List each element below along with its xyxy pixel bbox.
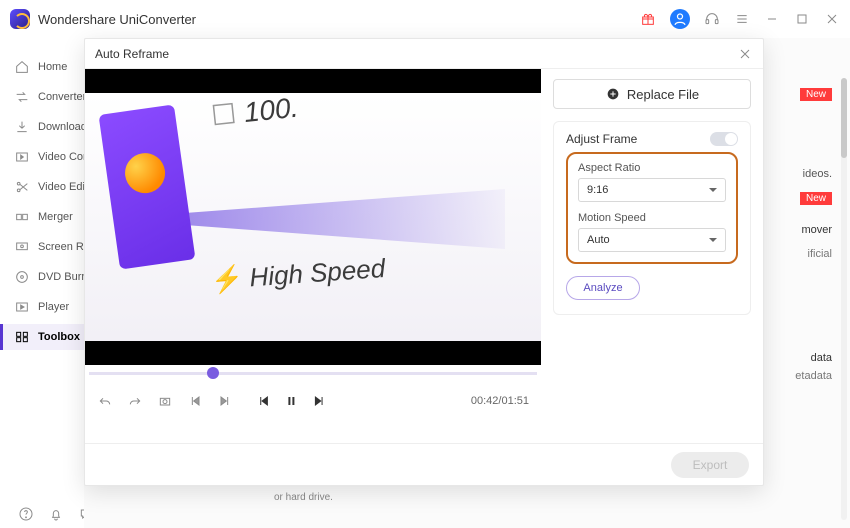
- app-title: Wondershare UniConverter: [38, 12, 196, 27]
- hamburger-menu-icon[interactable]: [734, 11, 750, 27]
- scissors-icon: [14, 179, 30, 195]
- redo-icon[interactable]: [127, 393, 143, 409]
- compressor-icon: [14, 149, 30, 165]
- sidebar-item-label: Screen Recorder: [38, 241, 84, 253]
- sidebar-item-screen-recorder[interactable]: Screen Recorder: [0, 234, 84, 260]
- seek-bar[interactable]: [85, 365, 541, 381]
- player-column: 100. High Speed: [85, 69, 541, 443]
- new-badge: New: [800, 192, 832, 205]
- dialog-footer: Export: [85, 443, 763, 485]
- merger-icon: [14, 209, 30, 225]
- toolbox-icon: [14, 329, 30, 345]
- sidebar-item-label: Video Editor: [38, 181, 84, 193]
- window-minimize-icon[interactable]: [764, 11, 780, 27]
- content-area: New ideos. New mover ificial data etadat…: [84, 38, 850, 528]
- auto-reframe-dialog: Auto Reframe 100. High Speed: [84, 38, 764, 486]
- player-controls: 00:42/01:51: [85, 381, 541, 421]
- sidebar-footer: [0, 506, 94, 522]
- window-maximize-icon[interactable]: [794, 11, 810, 27]
- sidebar-item-dvd-burner[interactable]: DVD Burner: [0, 264, 84, 290]
- notifications-icon[interactable]: [48, 506, 64, 522]
- app-title-bar: Wondershare UniConverter: [0, 0, 850, 38]
- adjust-frame-label: Adjust Frame: [566, 132, 637, 146]
- motion-speed-select[interactable]: Auto: [578, 228, 726, 252]
- sidebar-item-toolbox[interactable]: Toolbox: [0, 324, 84, 350]
- plus-circle-icon: [605, 86, 621, 102]
- support-headset-icon[interactable]: [704, 11, 720, 27]
- time-display: 00:42/01:51: [471, 395, 529, 407]
- aspect-ratio-label: Aspect Ratio: [578, 162, 726, 174]
- analyze-button[interactable]: Analyze: [566, 276, 640, 300]
- adjust-frame-toggle[interactable]: [710, 132, 738, 146]
- dvd-icon: [14, 269, 30, 285]
- scrollbar[interactable]: [841, 78, 847, 520]
- next-icon[interactable]: [311, 393, 327, 409]
- background-text: ificial: [808, 248, 832, 260]
- undo-icon[interactable]: [97, 393, 113, 409]
- settings-column: Replace File Adjust Frame Aspect Ratio 9…: [541, 69, 763, 443]
- sidebar-item-label: Home: [38, 61, 67, 73]
- home-icon: [14, 59, 30, 75]
- export-button[interactable]: Export: [671, 452, 749, 478]
- snapshot-icon[interactable]: [157, 393, 173, 409]
- player-icon: [14, 299, 30, 315]
- background-text: data: [811, 352, 832, 364]
- sidebar-item-label: Downloader: [38, 121, 84, 133]
- window-close-icon[interactable]: [824, 11, 840, 27]
- help-icon[interactable]: [18, 506, 34, 522]
- app-logo: [10, 9, 30, 29]
- adjust-frame-panel: Adjust Frame Aspect Ratio 9:16 Motion Sp…: [553, 121, 751, 315]
- new-badge: New: [800, 88, 832, 101]
- sidebar-item-downloader[interactable]: Downloader: [0, 114, 84, 140]
- gift-icon[interactable]: [640, 11, 656, 27]
- sidebar-item-home[interactable]: Home: [0, 54, 84, 80]
- aspect-ratio-value: 9:16: [587, 184, 608, 196]
- sidebar-item-label: Toolbox: [38, 331, 80, 343]
- sidebar-item-player[interactable]: Player: [0, 294, 84, 320]
- sidebar-item-converter[interactable]: Converter: [0, 84, 84, 110]
- sidebar-item-label: Merger: [38, 211, 73, 223]
- user-account-icon[interactable]: [670, 9, 690, 29]
- screen-recorder-icon: [14, 239, 30, 255]
- motion-speed-value: Auto: [587, 234, 610, 246]
- motion-speed-label: Motion Speed: [578, 212, 726, 224]
- background-hint: or hard drive.: [274, 491, 454, 504]
- seek-thumb[interactable]: [207, 367, 219, 379]
- sidebar: Home Converter Downloader Video Compress…: [0, 38, 84, 528]
- pause-icon[interactable]: [283, 393, 299, 409]
- dialog-title: Auto Reframe: [95, 47, 169, 61]
- sidebar-item-label: Converter: [38, 91, 84, 103]
- background-text: mover: [801, 224, 832, 236]
- analyze-label: Analyze: [583, 282, 622, 294]
- highlighted-settings: Aspect Ratio 9:16 Motion Speed Auto: [566, 152, 738, 264]
- export-label: Export: [693, 458, 728, 472]
- close-icon[interactable]: [737, 46, 753, 62]
- replace-file-label: Replace File: [627, 87, 699, 102]
- background-text: ideos.: [803, 168, 832, 180]
- sidebar-item-label: DVD Burner: [38, 271, 84, 283]
- background-text: etadata: [795, 370, 832, 382]
- background-cards: New ideos. New mover ificial data etadat…: [762, 88, 832, 328]
- sidebar-item-label: Video Compressor: [38, 151, 84, 163]
- aspect-ratio-select[interactable]: 9:16: [578, 178, 726, 202]
- video-preview[interactable]: 100. High Speed: [85, 69, 541, 365]
- sidebar-item-label: Player: [38, 301, 69, 313]
- replace-file-button[interactable]: Replace File: [553, 79, 751, 109]
- previous-icon[interactable]: [255, 393, 271, 409]
- sidebar-item-video-compressor[interactable]: Video Compressor: [0, 144, 84, 170]
- converter-icon: [14, 89, 30, 105]
- skip-forward-icon[interactable]: [217, 393, 233, 409]
- sidebar-item-merger[interactable]: Merger: [0, 204, 84, 230]
- dialog-header: Auto Reframe: [85, 39, 763, 69]
- skip-back-icon[interactable]: [187, 393, 203, 409]
- download-icon: [14, 119, 30, 135]
- sidebar-item-video-editor[interactable]: Video Editor: [0, 174, 84, 200]
